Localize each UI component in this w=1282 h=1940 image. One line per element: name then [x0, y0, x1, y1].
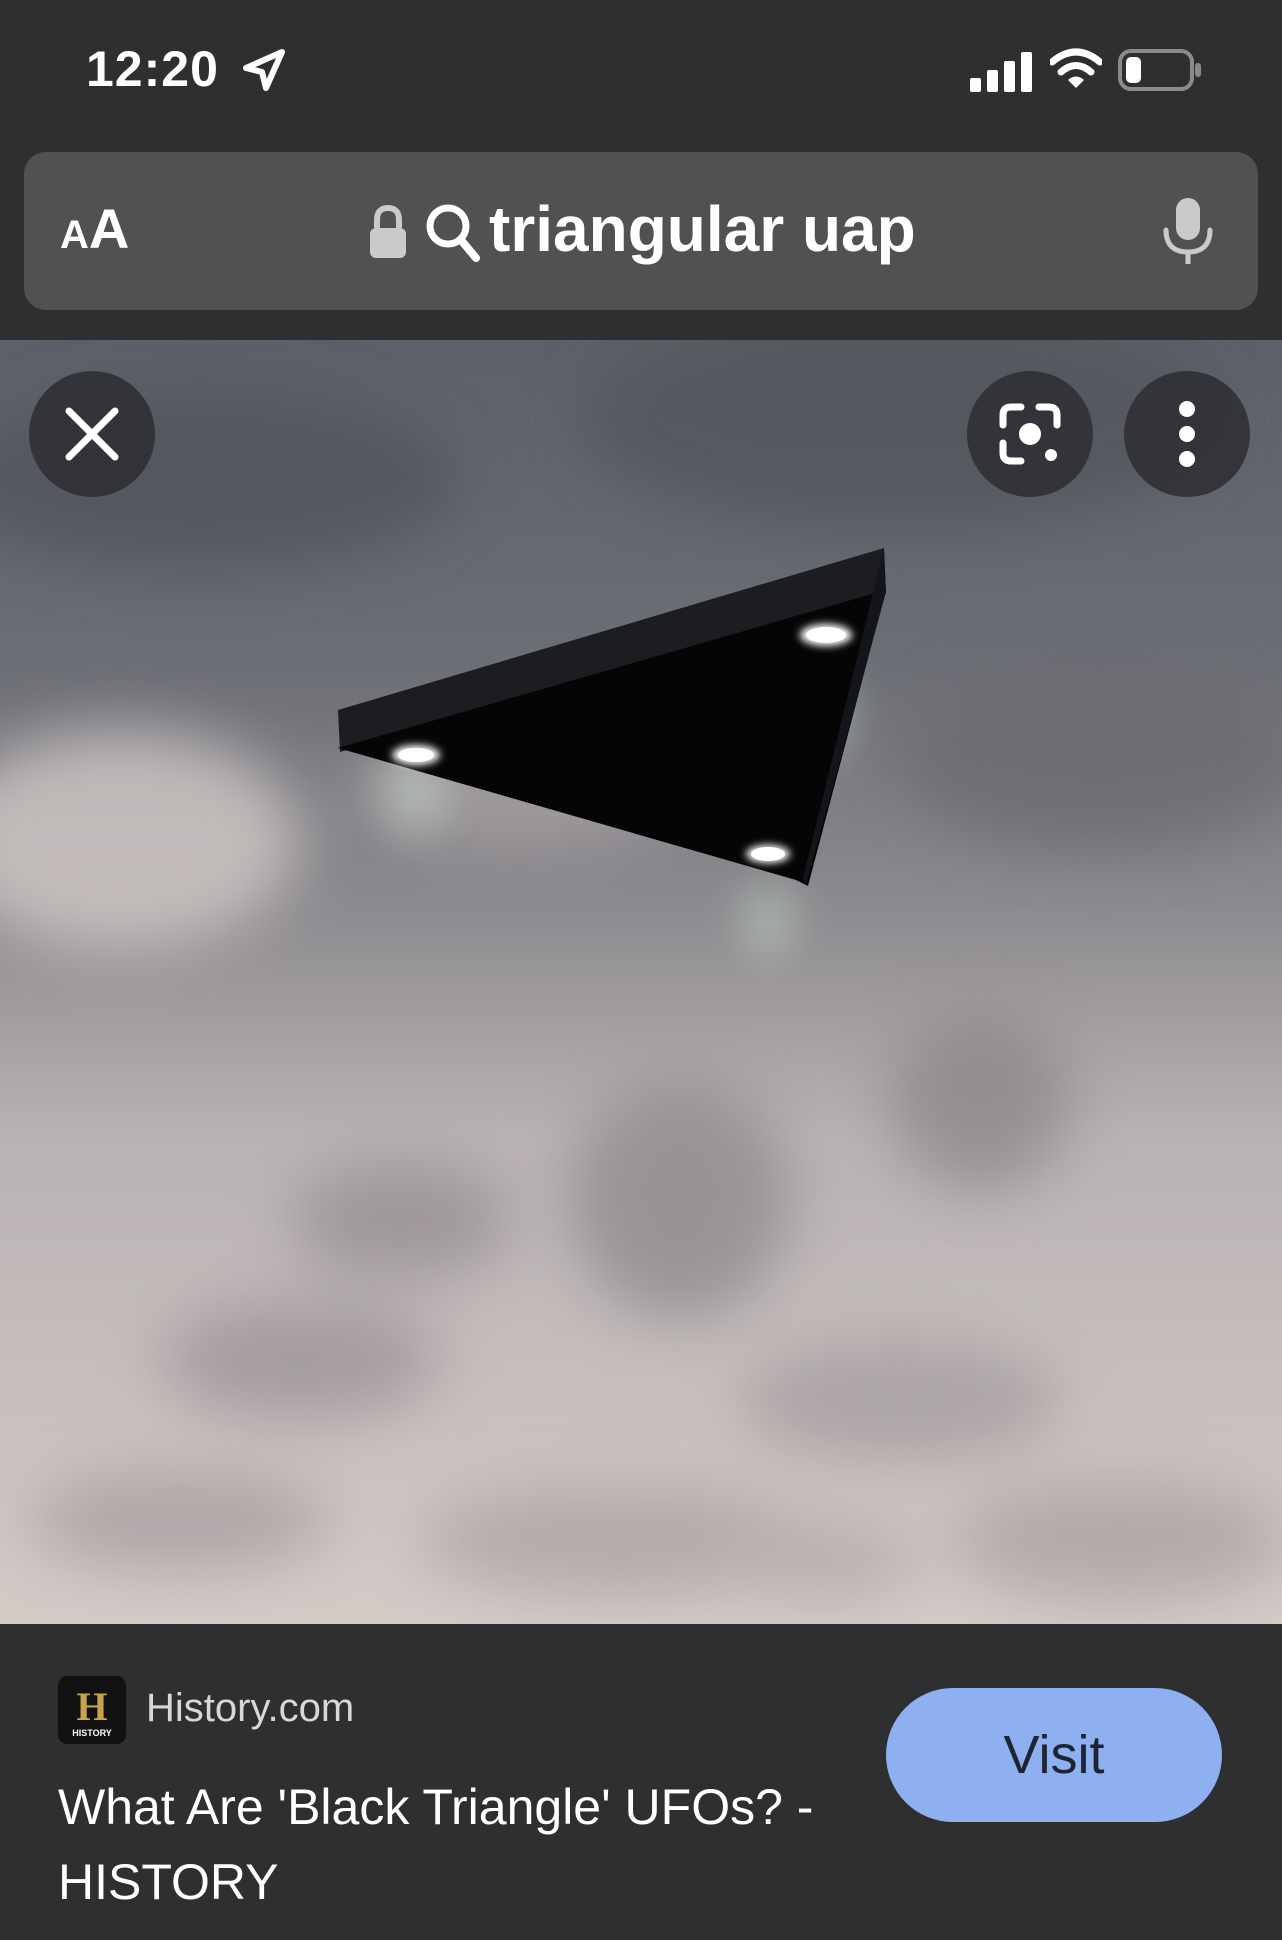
text-size-label-large: A [88, 197, 130, 260]
image-viewer[interactable] [0, 340, 1282, 1624]
search-icon [426, 204, 480, 262]
microphone-icon[interactable] [1160, 196, 1216, 268]
visit-button[interactable]: Visit [886, 1688, 1222, 1822]
text-size-label-small: A [60, 213, 89, 257]
close-icon [65, 407, 119, 461]
more-vertical-icon [1179, 401, 1195, 467]
close-button[interactable] [29, 371, 155, 497]
lens-icon [999, 403, 1061, 465]
wifi-icon [1050, 48, 1102, 88]
location-arrow-icon [243, 49, 285, 91]
status-bar: 12:20 [0, 0, 1282, 140]
svg-text:HISTORY: HISTORY [72, 1728, 112, 1738]
battery-icon [1118, 49, 1201, 91]
text-size-button[interactable]: AA [60, 196, 129, 261]
address-bar[interactable]: AA triangular uap [24, 152, 1258, 310]
lock-icon [370, 204, 406, 258]
ufo-photo [0, 340, 1282, 1624]
status-time: 12:20 [86, 41, 219, 97]
result-panel: H HISTORY History.com What Are 'Black Tr… [0, 1624, 1282, 1940]
source-name[interactable]: History.com [146, 1686, 354, 1731]
result-title[interactable]: What Are 'Black Triangle' UFOs? - HISTOR… [58, 1770, 818, 1920]
svg-text:H: H [76, 1684, 107, 1729]
lens-button[interactable] [967, 371, 1093, 497]
history-logo: H HISTORY [58, 1676, 126, 1744]
more-options-button[interactable] [1124, 371, 1250, 497]
search-query-text[interactable]: triangular uap [489, 192, 916, 266]
cellular-signal-icon [970, 52, 1032, 92]
